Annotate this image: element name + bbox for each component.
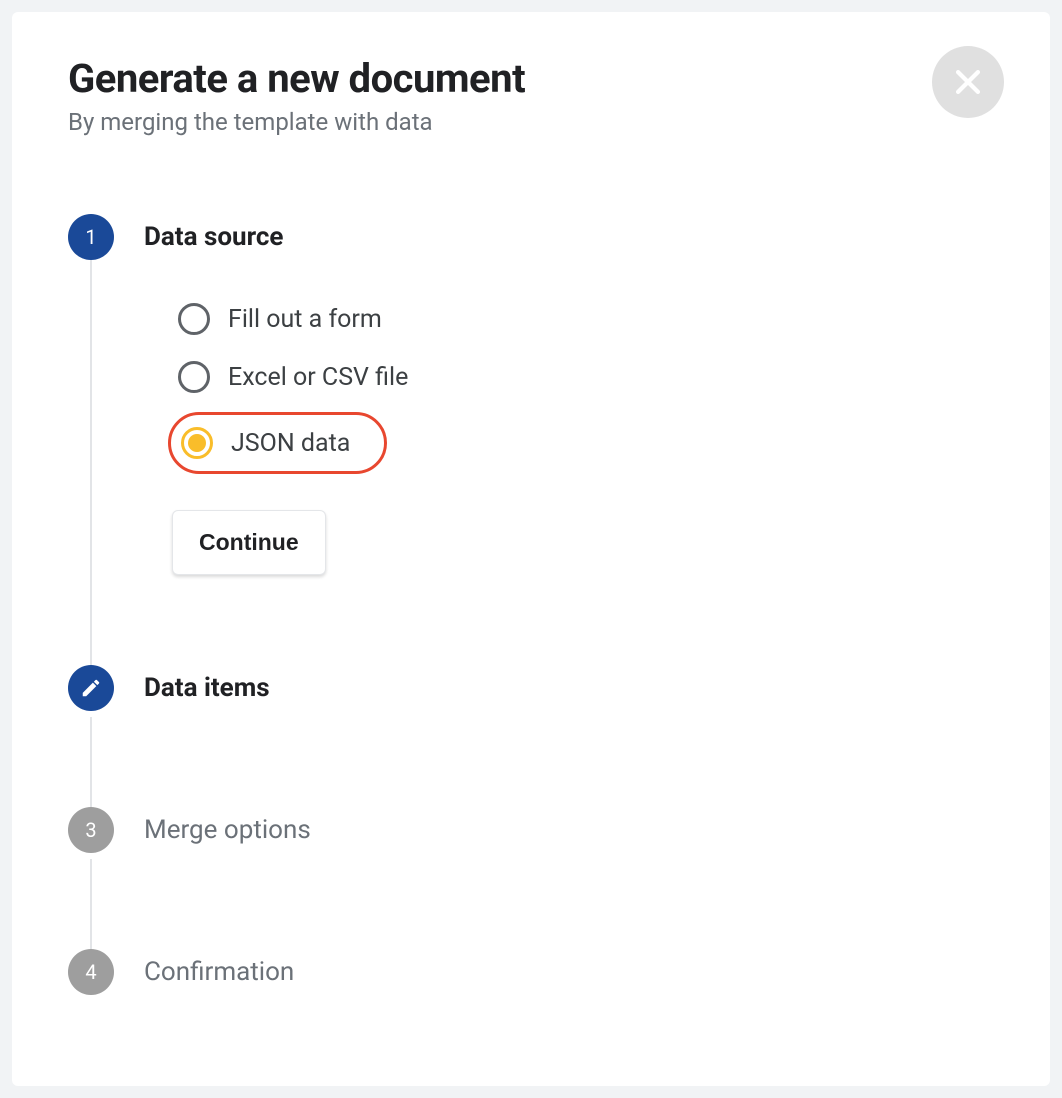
step-badge-3: 3 xyxy=(68,807,114,853)
modal-header: Generate a new document By merging the t… xyxy=(68,56,994,136)
step-badge-2 xyxy=(68,665,114,711)
continue-button[interactable]: Continue xyxy=(172,510,326,575)
connector-3-4 xyxy=(90,859,994,949)
step-title-data-items: Data items xyxy=(144,665,994,711)
radio-dot-icon xyxy=(188,434,206,452)
radio-label-excel: Excel or CSV file xyxy=(228,363,408,392)
modal-title: Generate a new document xyxy=(68,56,874,102)
step-badge-1: 1 xyxy=(68,214,114,260)
step-merge-options[interactable]: 3 Merge options xyxy=(68,807,994,853)
pencil-icon xyxy=(80,677,102,699)
step-title-merge-options: Merge options xyxy=(144,807,994,853)
step-badge-4: 4 xyxy=(68,949,114,995)
step-confirmation[interactable]: 4 Confirmation xyxy=(68,949,994,995)
close-icon xyxy=(951,65,985,99)
step-title-confirmation: Confirmation xyxy=(144,949,994,995)
stepper: 1 Data source Fill out a form Excel or C… xyxy=(68,214,994,995)
radio-label-form: Fill out a form xyxy=(228,305,382,334)
radio-option-json[interactable]: JSON data xyxy=(168,412,387,474)
step-number-1: 1 xyxy=(85,225,96,249)
step-data-items[interactable]: Data items xyxy=(68,665,994,711)
step-title-data-source: Data source xyxy=(144,214,994,260)
radio-label-json: JSON data xyxy=(231,429,350,458)
close-button[interactable] xyxy=(932,46,1004,118)
radio-option-excel[interactable]: Excel or CSV file xyxy=(168,348,428,406)
step-data-source: 1 Data source xyxy=(68,214,994,260)
radio-icon-excel xyxy=(178,361,210,393)
modal-subtitle: By merging the template with data xyxy=(68,108,874,136)
radio-icon-form xyxy=(178,303,210,335)
connector-2-3 xyxy=(90,717,994,807)
step-number-4: 4 xyxy=(85,960,96,984)
radio-icon-json xyxy=(181,427,213,459)
step-number-3: 3 xyxy=(85,818,96,842)
step-body-data-source: Fill out a form Excel or CSV file JSON d… xyxy=(90,260,994,605)
connector-1-2 xyxy=(90,605,994,665)
generate-document-modal: Generate a new document By merging the t… xyxy=(12,12,1050,1086)
radio-option-form[interactable]: Fill out a form xyxy=(168,290,402,348)
